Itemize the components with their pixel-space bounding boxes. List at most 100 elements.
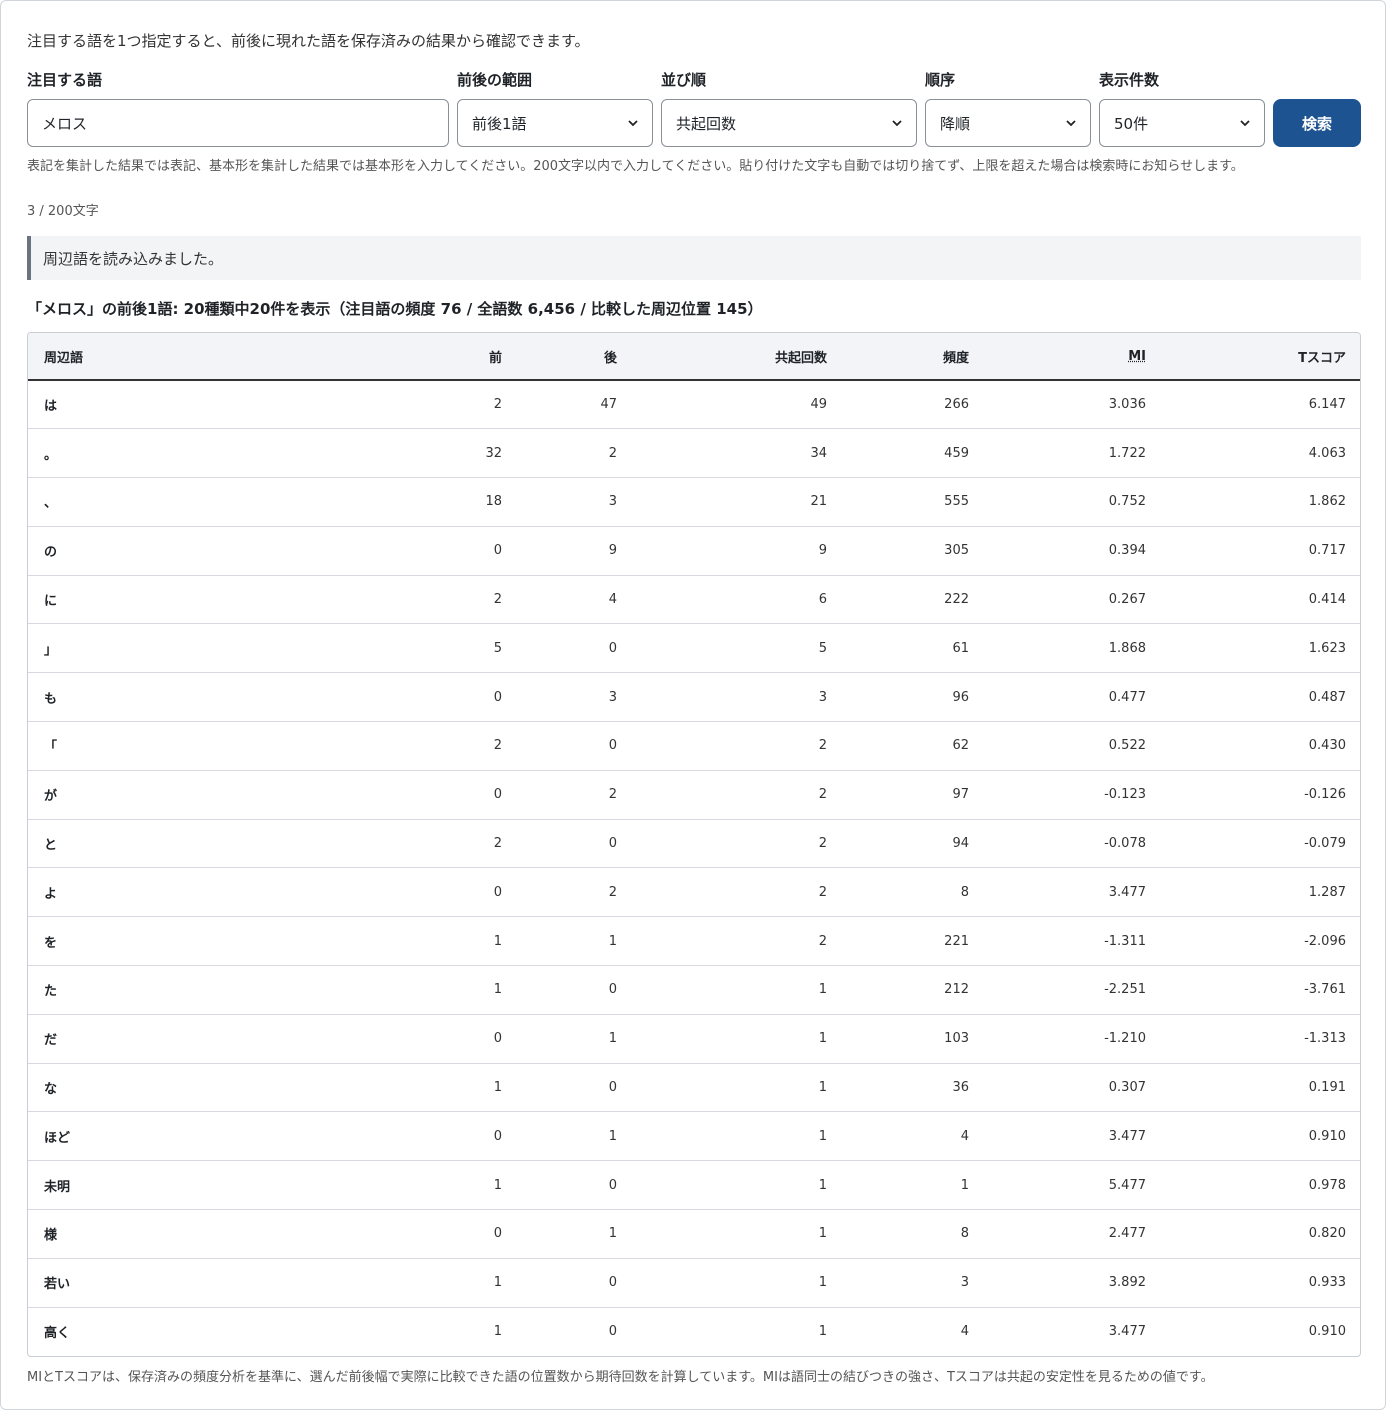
cell-before: 1 — [493, 1324, 502, 1340]
cell-cooccurrence: 2 — [633, 867, 843, 918]
cell-word: は — [28, 380, 428, 430]
cell-frequency: 36 — [843, 1063, 985, 1113]
order-label: 順序 — [925, 71, 956, 89]
cell-cooccurrence: 3 — [633, 672, 843, 723]
table-row: 。 32 2 34 459 1.722 4.063 — [28, 428, 1360, 479]
results-table-container[interactable]: 周辺語 前 後 共起回数 頻度 MI Tスコア は 2 47 49 266 3.036 6.… — [27, 332, 1361, 1357]
cell-word: に — [28, 575, 428, 625]
cell-after: 0 — [518, 819, 633, 869]
cell-cooccurrence: 21 — [633, 477, 843, 527]
cell-frequency: 103 — [843, 1014, 985, 1064]
cell-before: 0 — [428, 1111, 518, 1162]
cell-tscore: 4.063 — [1162, 428, 1360, 479]
results-table-body: は 2 47 49 266 3.036 6.147。 32 2 34 459 1.722 4.063、 1… — [28, 380, 1360, 1356]
column-header-word: 周辺語 — [28, 333, 428, 381]
cell-word: 、 — [28, 477, 428, 527]
cell-cooccurrence: 9 — [633, 526, 843, 576]
cell-cooccurrence: 2 — [633, 770, 843, 820]
cell-word: 様 — [28, 1209, 428, 1259]
cell-frequency: 221 — [843, 916, 985, 967]
cell-before: 1 — [428, 965, 518, 1015]
cell-tscore: 1.287 — [1162, 867, 1360, 918]
results-table: 周辺語 前 後 共起回数 頻度 MI Tスコア は 2 47 49 266 3.036 6.… — [28, 333, 1360, 1356]
order-select-value: 降順 — [940, 114, 971, 133]
cell-word: だ — [28, 1014, 428, 1064]
cell-tscore: 0.820 — [1162, 1209, 1360, 1259]
search-button[interactable]: 検索 — [1273, 99, 1361, 147]
column-header-before: 前 — [428, 333, 518, 381]
cell-cooccurrence: 1 — [633, 1111, 843, 1162]
chevron-down-icon — [892, 120, 902, 127]
column-header-tscore: Tスコア — [1162, 333, 1360, 381]
cell-after: 1 — [518, 916, 633, 967]
cell-before: 0 — [428, 672, 518, 723]
cell-frequency: 61 — [843, 623, 985, 674]
table-row: 「2 0 2 62 0.522 0.430 — [28, 721, 1360, 771]
cell-mi: -2.251 — [985, 965, 1162, 1015]
cell-frequency: 4 — [843, 1111, 985, 1162]
cell-before: 5 — [428, 623, 518, 674]
chevron-down-icon — [1066, 120, 1076, 127]
cell-before: 2 — [428, 380, 518, 430]
cell-before: 32 — [428, 428, 518, 479]
table-row: 若い 1 0 1 3 3.892 0.933 — [28, 1258, 1360, 1308]
cell-after: 0 — [518, 1160, 633, 1211]
target-word-input[interactable] — [27, 99, 449, 147]
cell-after: 9 — [518, 526, 633, 576]
cell-tscore: -1.313 — [1162, 1014, 1360, 1064]
order-select[interactable]: 降順 — [925, 99, 1091, 147]
cell-tscore: 0.910 — [1162, 1111, 1360, 1162]
cell-word: 」 — [28, 623, 428, 674]
cell-frequency: 1 — [843, 1160, 985, 1211]
cell-mi: 3.036 — [985, 380, 1162, 430]
cell-after: 0 — [518, 1258, 633, 1308]
mi-abbreviation: MI — [1128, 348, 1146, 364]
cell-after: 3 — [518, 672, 633, 723]
cell-tscore: -0.126 — [1162, 770, 1360, 820]
cooccurrence-panel: 注目する語を1つ指定すると、前後に現れた語を保存済みの結果から確認できます。 注… — [0, 0, 1386, 1410]
column-header-mi: MI — [985, 333, 1162, 381]
cell-frequency: 459 — [843, 428, 985, 479]
cell-mi: -0.123 — [985, 770, 1162, 820]
cell-mi: 3.477 — [985, 867, 1162, 918]
cell-before: 1 — [428, 1160, 518, 1211]
cell-cooccurrence: 2 — [633, 819, 843, 869]
cell-mi: 0.477 — [985, 672, 1162, 723]
table-row: の 0 9 9 305 0.394 0.717 — [28, 526, 1360, 576]
range-select-value: 前後1語 — [472, 114, 527, 133]
cell-mi: -0.078 — [985, 819, 1162, 869]
cell-cooccurrence: 1 — [633, 1209, 843, 1259]
cell-before: 1 — [428, 916, 518, 967]
cell-cooccurrence: 1 — [633, 1063, 843, 1113]
cell-cooccurrence: 2 — [633, 721, 843, 771]
cell-after: 2 — [518, 770, 633, 820]
cell-mi: 3.477 — [985, 1111, 1162, 1162]
cell-before: 0 — [428, 770, 518, 820]
table-row: ほど 0 1 1 4 3.477 0.910 — [28, 1111, 1360, 1162]
cell-after: 2 — [518, 428, 633, 479]
cell-cooccurrence: 1 — [633, 1258, 843, 1308]
limit-select-value: 50件 — [1114, 114, 1149, 133]
cell-frequency: 305 — [843, 526, 985, 576]
table-row: 未明 1 0 1 1 5.477 0.978 — [28, 1160, 1360, 1211]
limit-label: 表示件数 — [1099, 71, 1160, 89]
cell-after: 0 — [518, 721, 633, 771]
cell-word: 。 — [28, 428, 428, 479]
cell-after: 1 — [518, 1111, 633, 1162]
cell-mi: 1.868 — [985, 623, 1162, 674]
table-row: な 1 0 1 36 0.307 0.191 — [28, 1063, 1360, 1113]
range-select[interactable]: 前後1語 — [457, 99, 653, 147]
sort-select[interactable]: 共起回数 — [661, 99, 917, 147]
cell-frequency: 4 — [960, 1324, 969, 1340]
cell-before: 1 — [428, 1063, 518, 1113]
cell-tscore: -0.079 — [1162, 819, 1360, 869]
cell-frequency: 555 — [843, 477, 985, 527]
cell-frequency: 62 — [843, 721, 985, 771]
table-row: と 2 0 2 94 -0.078 -0.079 — [28, 819, 1360, 869]
cell-word: の — [28, 526, 428, 576]
cell-tscore: 6.147 — [1162, 380, 1360, 430]
cell-word: 未明 — [28, 1160, 428, 1211]
limit-select[interactable]: 50件 — [1099, 99, 1265, 147]
cell-frequency: 97 — [843, 770, 985, 820]
cell-frequency: 94 — [843, 819, 985, 869]
